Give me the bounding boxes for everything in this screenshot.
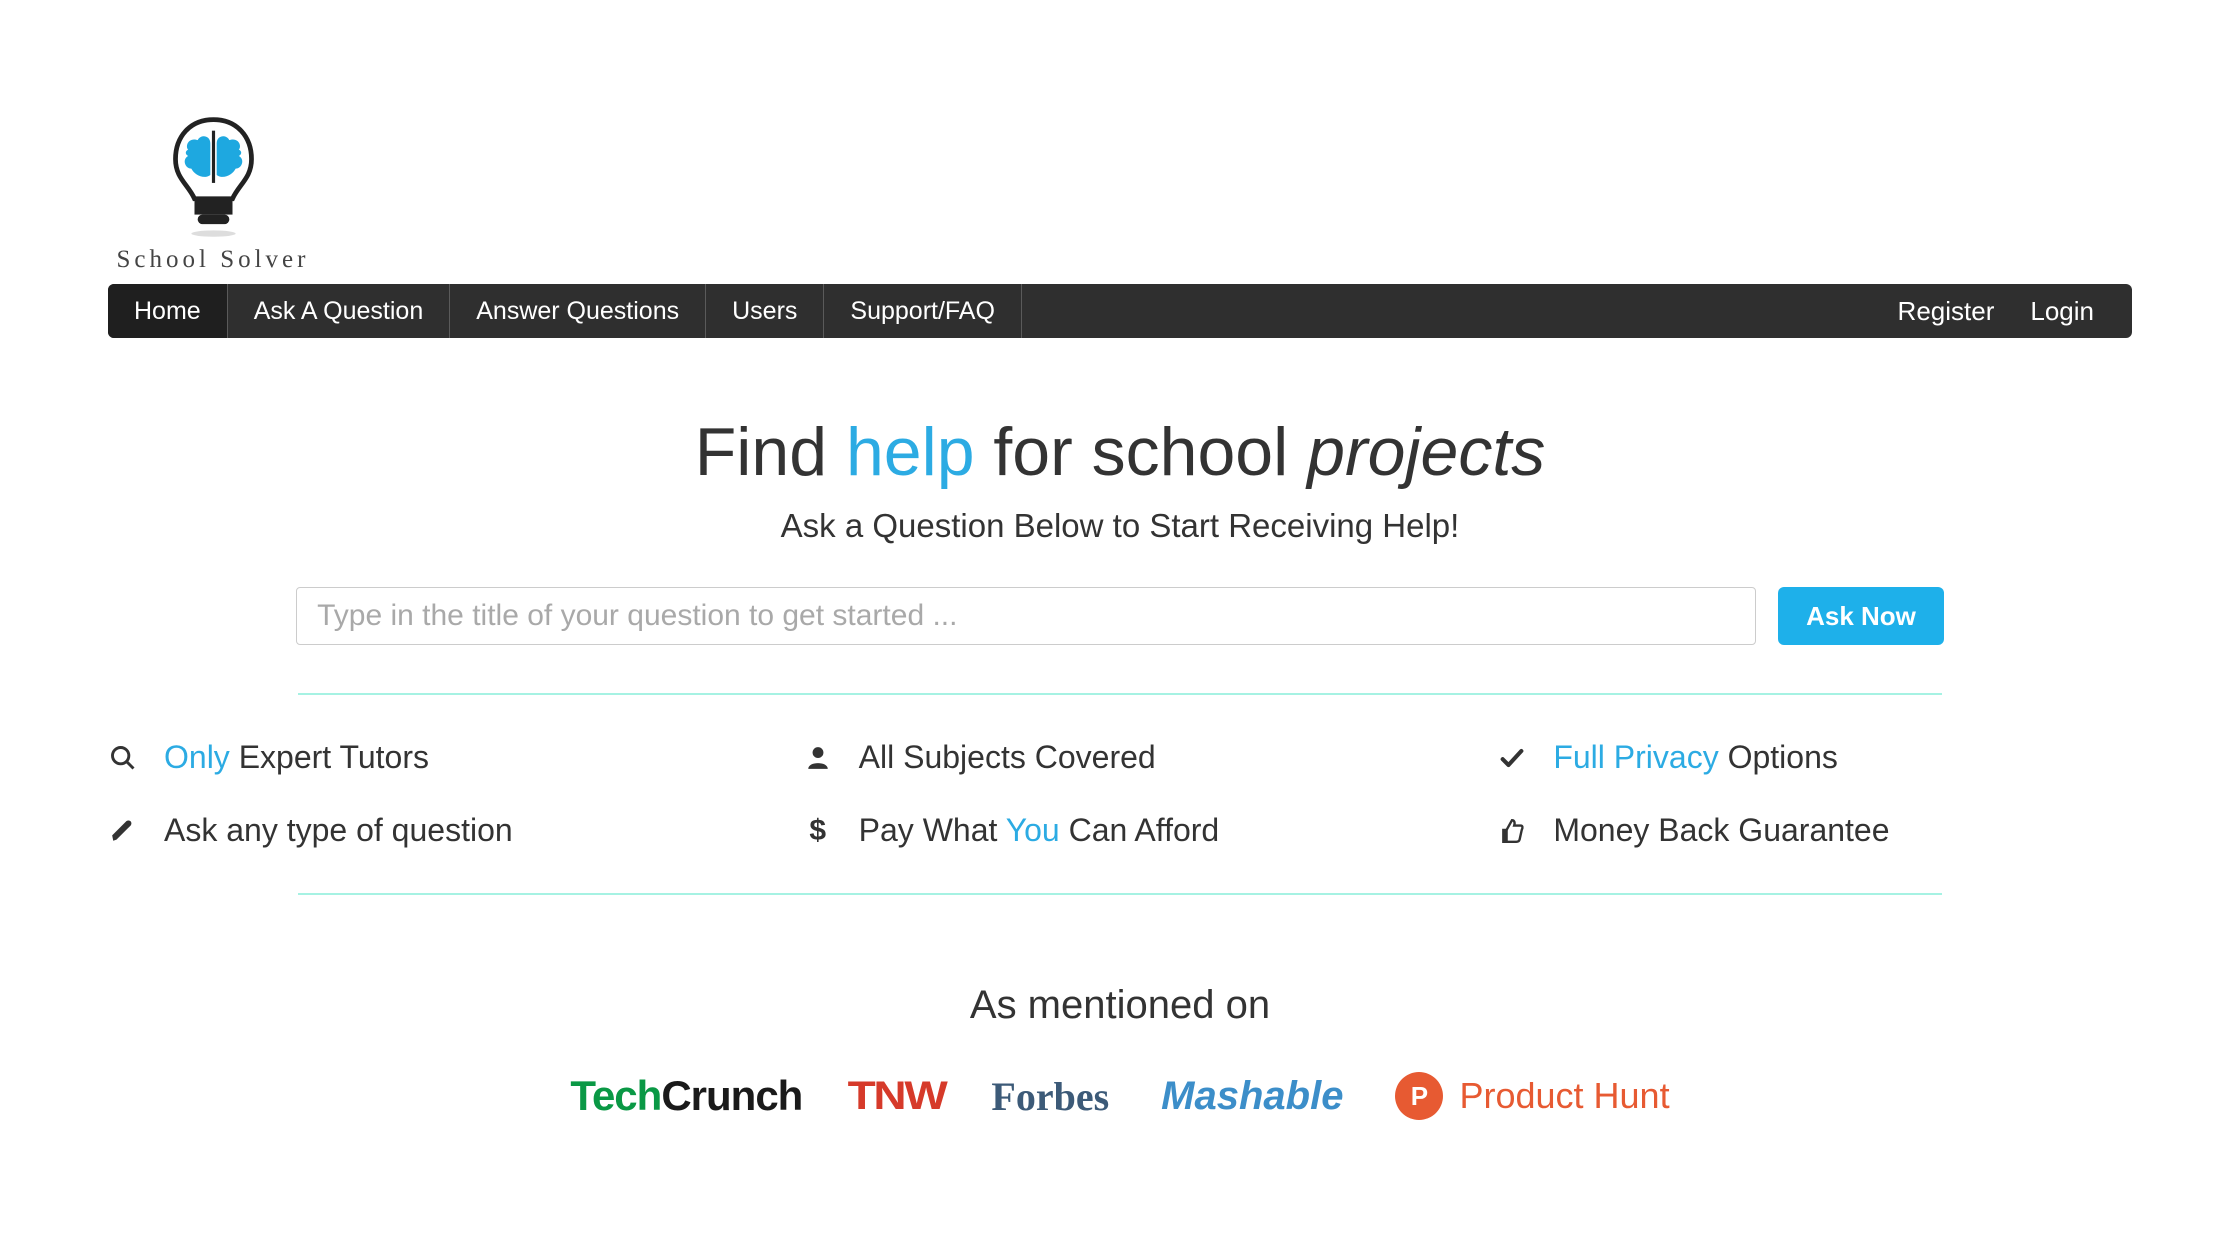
press-mentions: As mentioned on TechCrunch TNW Forbes Ma…	[108, 983, 2132, 1120]
hero-title-mid: for school	[975, 414, 1308, 490]
section-divider	[298, 893, 1942, 895]
product-hunt-logo[interactable]: P Product Hunt	[1395, 1072, 1669, 1120]
feature-text-part: Money Back Guarantee	[1553, 812, 1889, 848]
feature-text-part: Pay What	[859, 812, 1006, 848]
feature-text-part: Options	[1719, 739, 1838, 775]
brand-logo[interactable]: School Solver	[108, 110, 318, 274]
feature-text: Ask any type of question	[164, 812, 513, 849]
feature-text: Money Back Guarantee	[1553, 812, 1889, 849]
dollar-icon: $	[803, 816, 833, 846]
forbes-logo[interactable]: Forbes	[991, 1073, 1109, 1120]
hero-title-italic: projects	[1307, 414, 1545, 490]
nav-support-faq[interactable]: Support/FAQ	[824, 284, 1022, 338]
feature-money-back-guarantee: Money Back Guarantee	[1497, 812, 2132, 849]
hero-title-accent: help	[846, 414, 975, 490]
hero-subtitle: Ask a Question Below to Start Receiving …	[108, 507, 2132, 545]
feature-text-part: Full Privacy	[1553, 739, 1718, 775]
nav-ask-a-question[interactable]: Ask A Question	[228, 284, 451, 338]
feature-text-part: Can Afford	[1060, 812, 1220, 848]
feature-pay-what-you-can: $ Pay What You Can Afford	[803, 812, 1438, 849]
page-title: Find help for school projects	[108, 413, 2132, 491]
nav-answer-questions[interactable]: Answer Questions	[450, 284, 706, 338]
check-icon	[1497, 743, 1527, 773]
feature-only-expert-tutors: Only Expert Tutors	[108, 739, 743, 776]
product-hunt-badge-icon: P	[1395, 1072, 1443, 1120]
hero-title-pre: Find	[695, 414, 846, 490]
tnw-logo[interactable]: TNW	[848, 1074, 946, 1119]
hero-section: Find help for school projects Ask a Ques…	[108, 413, 2132, 645]
feature-text: Pay What You Can Afford	[859, 812, 1220, 849]
feature-ask-any-type: Ask any type of question	[108, 812, 743, 849]
search-icon	[108, 743, 138, 773]
feature-text-part: Ask any type of question	[164, 812, 513, 848]
press-heading: As mentioned on	[108, 983, 2132, 1028]
nav-users[interactable]: Users	[706, 284, 824, 338]
main-navbar: Home Ask A Question Answer Questions Use…	[108, 284, 2132, 338]
nav-home[interactable]: Home	[108, 284, 228, 338]
press-logo-part: Crunch	[661, 1072, 802, 1119]
ask-now-button[interactable]: Ask Now	[1778, 587, 1944, 645]
press-logo-part: Product Hunt	[1459, 1075, 1669, 1117]
user-icon	[803, 743, 833, 773]
login-link[interactable]: Login	[2012, 296, 2112, 327]
register-link[interactable]: Register	[1880, 296, 2013, 327]
brand-name: School Solver	[117, 246, 310, 274]
press-logo-part: Tech	[570, 1072, 661, 1119]
features-grid: Only Expert Tutors All Subjects Covered …	[108, 695, 2132, 849]
techcrunch-logo[interactable]: TechCrunch	[570, 1072, 802, 1120]
feature-text-part: All Subjects Covered	[859, 739, 1156, 775]
feature-text-part: Expert Tutors	[230, 739, 429, 775]
feature-text-part: Only	[164, 739, 230, 775]
question-title-input[interactable]	[296, 587, 1756, 645]
feature-text: All Subjects Covered	[859, 739, 1156, 776]
feature-text: Full Privacy Options	[1553, 739, 1838, 776]
feature-all-subjects-covered: All Subjects Covered	[803, 739, 1438, 776]
pencil-icon	[108, 816, 138, 846]
logo-area: School Solver	[108, 0, 2132, 284]
thumbs-up-icon	[1497, 816, 1527, 846]
lightbulb-brain-icon	[166, 110, 261, 240]
feature-text: Only Expert Tutors	[164, 739, 429, 776]
feature-full-privacy-options: Full Privacy Options	[1497, 739, 2132, 776]
feature-text-part: You	[1006, 812, 1060, 848]
mashable-logo[interactable]: Mashable	[1161, 1074, 1343, 1119]
